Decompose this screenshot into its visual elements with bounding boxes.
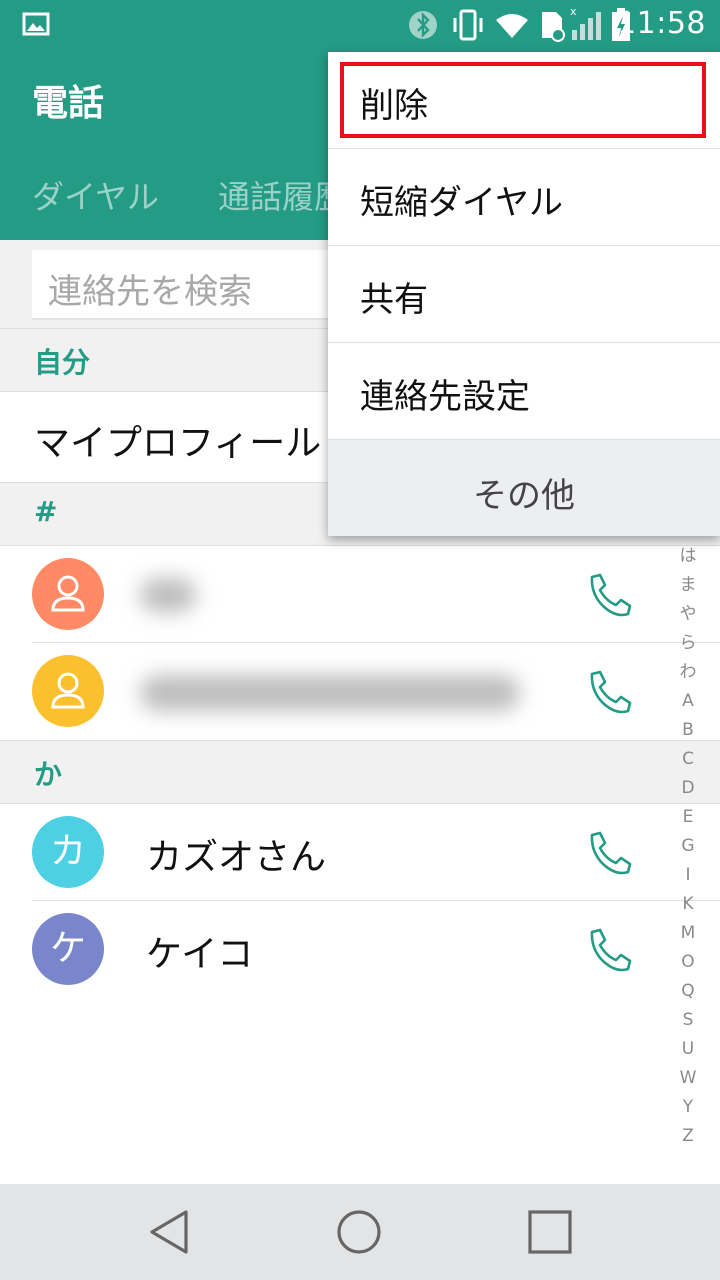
index-letter[interactable]: Z [672, 1122, 704, 1151]
section-header-ka: か [0, 740, 720, 804]
index-letter[interactable]: K [672, 890, 704, 919]
index-letter[interactable]: ら [672, 629, 704, 658]
index-letter[interactable]: C [672, 745, 704, 774]
index-letter[interactable]: O [672, 948, 704, 977]
avatar: ケ [32, 913, 104, 985]
bluetooth-icon [409, 11, 437, 39]
index-letter[interactable]: S [672, 1006, 704, 1035]
index-letter[interactable]: I [672, 861, 704, 890]
menu-item-more[interactable]: その他 [328, 440, 720, 536]
index-letter[interactable]: M [672, 919, 704, 948]
index-letter[interactable]: D [672, 774, 704, 803]
vibrate-icon [453, 9, 483, 41]
blurred-name [140, 578, 196, 612]
tab-dial[interactable]: ダイヤル [32, 172, 159, 218]
status-bar: x 11:58 [0, 0, 720, 50]
list-item[interactable]: カ カズオさん [0, 804, 720, 901]
index-letter[interactable]: G [672, 832, 704, 861]
person-icon [51, 672, 85, 709]
search-placeholder: 連絡先を検索 [48, 272, 252, 312]
sd-card-icon [542, 12, 565, 42]
index-letter[interactable]: ま [672, 571, 704, 600]
menu-item-label: 削除 [360, 86, 428, 126]
phone-icon[interactable] [586, 831, 632, 875]
index-letter[interactable]: Y [672, 1093, 704, 1122]
my-profile-label: マイプロフィール [34, 423, 322, 464]
avatar: カ [32, 816, 104, 888]
person-icon [51, 575, 85, 612]
search-input[interactable]: 連絡先を検索 [32, 250, 332, 320]
index-letter[interactable]: は [672, 542, 704, 571]
menu-item-label: 共有 [360, 280, 428, 320]
alphabet-index[interactable]: は ま や ら わ A B C D E G I K M O Q S U W Y … [672, 542, 704, 1151]
section-label-ka: か [34, 758, 63, 791]
menu-more-label: その他 [473, 476, 575, 516]
phone-icon[interactable] [586, 670, 632, 714]
recents-button-icon[interactable] [526, 1208, 574, 1256]
contact-name: カズオさん [146, 837, 327, 878]
svg-text:x: x [570, 6, 577, 18]
menu-item-contact-settings[interactable]: 連絡先設定 [328, 343, 720, 440]
avatar [32, 558, 104, 630]
list-item[interactable] [0, 546, 720, 643]
phone-icon[interactable] [586, 928, 632, 972]
list-item[interactable] [0, 643, 720, 740]
list-item[interactable]: ケ ケイコ [0, 901, 720, 998]
menu-item-label: 短縮ダイヤル [360, 183, 563, 223]
section-label-self: 自分 [34, 346, 91, 379]
index-letter[interactable]: A [672, 687, 704, 716]
signal-icon: x [570, 6, 601, 40]
app-title: 電話 [32, 83, 105, 124]
menu-item-speed-dial[interactable]: 短縮ダイヤル [328, 149, 720, 246]
image-icon [22, 12, 50, 36]
index-letter[interactable]: や [672, 600, 704, 629]
index-letter[interactable]: U [672, 1035, 704, 1064]
index-letter[interactable]: わ [672, 658, 704, 687]
avatar [32, 655, 104, 727]
avatar-initial: カ [49, 831, 86, 872]
wifi-icon [496, 14, 528, 38]
menu-item-label: 連絡先設定 [360, 377, 530, 417]
menu-item-delete[interactable]: 削除 [328, 52, 720, 149]
overflow-menu: 削除 短縮ダイヤル 共有 連絡先設定 その他 [328, 52, 720, 536]
phone-icon[interactable] [586, 573, 632, 617]
menu-item-share[interactable]: 共有 [328, 246, 720, 343]
avatar-initial: ケ [49, 928, 86, 969]
index-letter[interactable]: Q [672, 977, 704, 1006]
tab-call-history[interactable]: 通話履歴 [218, 172, 346, 218]
index-letter[interactable]: E [672, 803, 704, 832]
index-letter[interactable]: B [672, 716, 704, 745]
navigation-bar [0, 1184, 720, 1280]
back-button-icon[interactable] [146, 1208, 194, 1256]
contact-name: ケイコ [146, 934, 254, 975]
home-button-icon[interactable] [335, 1208, 383, 1256]
blurred-name [140, 675, 520, 711]
index-letter[interactable]: W [672, 1064, 704, 1093]
clock: 11:58 [617, 6, 706, 41]
section-label-hash: # [34, 495, 58, 528]
